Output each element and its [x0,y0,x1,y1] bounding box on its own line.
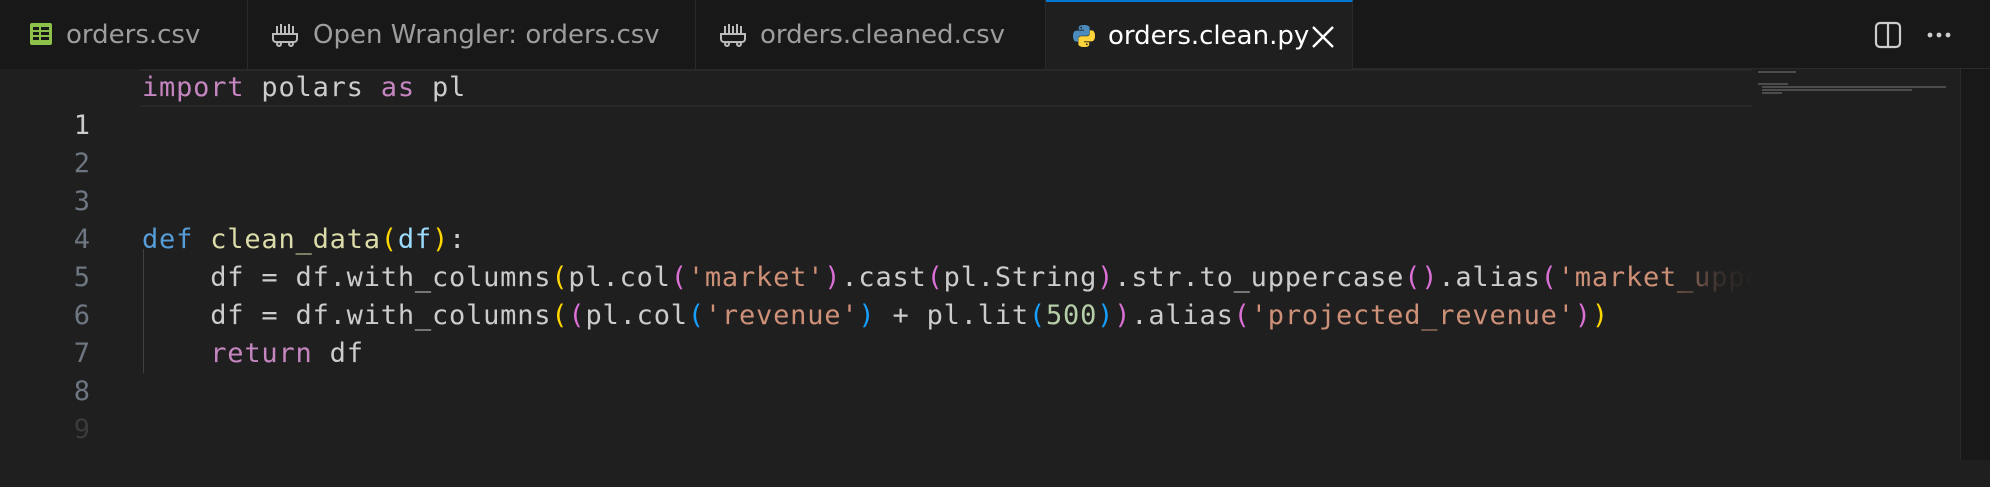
code-line: 6 df = df.with_columns(pl.col('market').… [0,259,1830,331]
code-line: 1 import polars as pl [0,69,1750,141]
close-icon[interactable] [1310,24,1336,50]
tab-orders-csv[interactable]: orders.csv [0,0,248,69]
minimap-line [1758,83,1788,85]
editor-tab-bar: orders.csv Open Wrangler: orders.csv ord… [0,0,1990,70]
data-wrangler-icon [720,24,746,47]
code-line: 2 [0,107,1750,179]
tab-label: orders.csv [66,19,201,50]
line-content: return df [210,338,364,369]
minimap-line [1762,89,1912,91]
split-editor-icon[interactable] [1871,18,1905,52]
data-wrangler-icon [272,24,298,47]
minimap[interactable] [1752,69,1960,460]
minimap-line [1762,92,1782,94]
tab-label: Open Wrangler: orders.csv [313,19,660,50]
python-icon [1073,25,1095,47]
code-line: 3 [0,145,1750,217]
ellipsis-icon[interactable] [1922,18,1956,52]
minimap-line [1758,71,1796,73]
tab-label: orders.clean.py [1108,21,1310,51]
tab-orders-clean-py[interactable]: orders.clean.py [1046,0,1353,70]
tab-open-wrangler[interactable]: Open Wrangler: orders.csv [248,0,696,69]
minimap-shadow [1665,250,1755,300]
vertical-scrollbar[interactable] [1960,69,1990,460]
code-line: 7 df = df.with_columns((pl.col('revenue'… [0,297,1750,369]
line-content: df = df.with_columns(pl.col('market').ca… [210,262,1830,293]
line-content: df = df.with_columns((pl.col('revenue') … [210,300,1609,331]
minimap-line [1762,86,1946,88]
code-line: 4 [0,183,1750,255]
line-content: def clean_data(df): [142,224,467,255]
tab-label: orders.cleaned.csv [760,19,1006,50]
code-editor[interactable]: 1 import polars as pl 2 3 4 5 def clean_… [0,69,1990,460]
line-content: import polars as pl [142,72,467,103]
code-line: 5 def clean_data(df): [0,221,1750,293]
code-line: 9 [0,373,1750,445]
code-line: 8 return df [0,335,1750,407]
line-number: 9 [73,414,90,445]
spreadsheet-icon [30,23,52,45]
tab-orders-cleaned-csv[interactable]: orders.cleaned.csv [696,0,1046,69]
